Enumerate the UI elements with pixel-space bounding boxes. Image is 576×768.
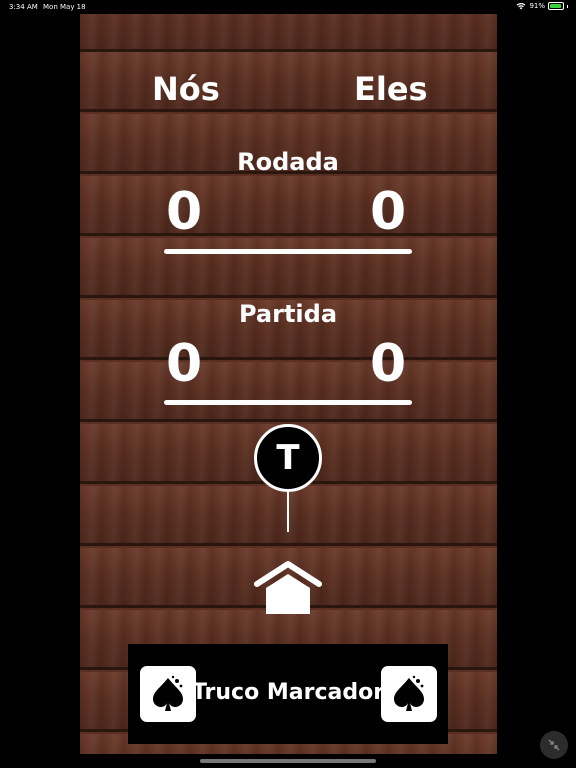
wood-plank (80, 238, 497, 298)
truco-connector-line (287, 490, 289, 532)
team-left-name: Nós (152, 70, 220, 108)
home-icon (254, 561, 322, 614)
status-bar: 3:34 AM Mon May 18 91% (0, 0, 576, 14)
minimize-button[interactable] (540, 731, 568, 759)
battery-fill (550, 4, 561, 8)
partida-label: Partida (238, 300, 338, 328)
wood-board (80, 14, 497, 754)
battery-tip (567, 4, 568, 8)
ad-banner[interactable]: Truco Marcador (128, 644, 448, 744)
team-right-name: Eles (354, 70, 428, 108)
home-indicator[interactable] (200, 759, 376, 763)
home-button[interactable] (254, 560, 322, 616)
wood-plank (80, 52, 497, 112)
wood-plank (80, 176, 497, 236)
wifi-icon (517, 3, 526, 10)
truco-button[interactable]: T (254, 424, 322, 492)
wood-plank (80, 362, 497, 422)
truco-button-label: T (276, 438, 300, 478)
partida-divider (164, 400, 412, 405)
partida-left-score[interactable]: 0 (166, 338, 202, 390)
rodada-label: Rodada (237, 148, 339, 176)
spade-card-icon (394, 675, 424, 711)
collapse-arrows-icon (548, 739, 560, 751)
rodada-right-score[interactable]: 0 (370, 186, 406, 238)
wood-plank (80, 14, 497, 52)
rodada-divider (164, 249, 412, 254)
status-date: Mon May 18 (43, 3, 86, 11)
right-card-icon (381, 666, 437, 722)
battery-percent: 91% (529, 2, 545, 10)
rodada-left-score[interactable]: 0 (166, 186, 202, 238)
battery-icon (548, 2, 564, 10)
status-right: 91% (516, 2, 568, 10)
partida-right-score[interactable]: 0 (370, 338, 406, 390)
status-time: 3:34 AM (9, 3, 38, 11)
